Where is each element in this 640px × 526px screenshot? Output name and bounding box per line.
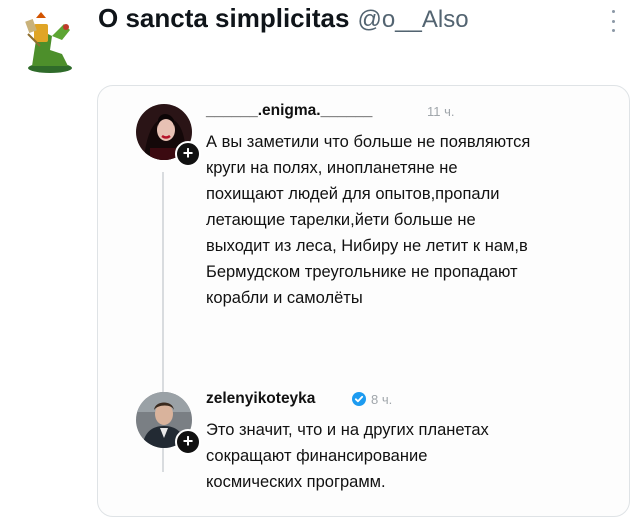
verified-badge-icon	[352, 392, 366, 406]
follow-zelenyikoteyka-button[interactable]: +	[175, 429, 201, 455]
author-name[interactable]: O sancta simplicitas	[98, 3, 349, 34]
comment-text: А вы заметили что больше не появляются к…	[206, 133, 531, 307]
more-options-icon[interactable]	[610, 10, 616, 32]
author-handle[interactable]: @o__Also	[357, 6, 468, 34]
plus-icon: +	[182, 431, 194, 451]
comment-time: 11 ч.	[427, 104, 455, 119]
comment-username[interactable]: ______.enigma.______	[206, 102, 372, 120]
tweet-author: O sancta simplicitas @o__Also	[98, 3, 469, 37]
embedded-screenshot[interactable]: + ______.enigma.______ 11 ч. А вы замети…	[97, 85, 630, 517]
comment-username[interactable]: zelenyikoteyka	[206, 390, 315, 408]
comment-time: 8 ч.	[371, 392, 393, 407]
follow-enigma-button[interactable]: +	[175, 141, 201, 167]
comment-text: Это значит, что и на других планетах сок…	[206, 421, 489, 491]
plus-icon: +	[182, 143, 194, 163]
author-avatar[interactable]	[22, 10, 78, 74]
